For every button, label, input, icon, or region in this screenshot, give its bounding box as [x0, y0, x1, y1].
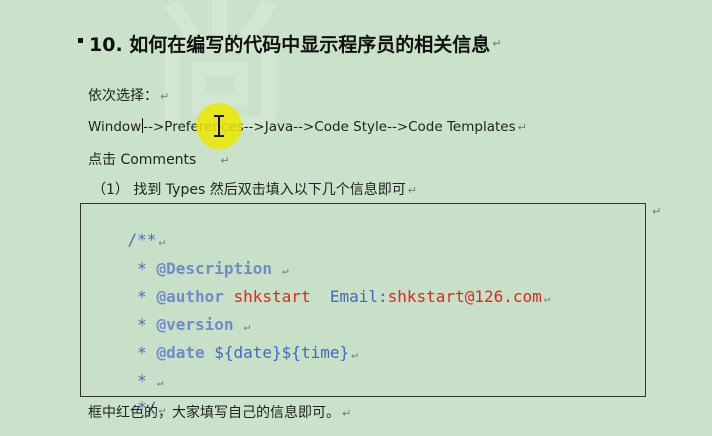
bullet-icon [78, 37, 83, 43]
paragraph-mark-icon: ↵ [517, 121, 527, 134]
paragraph-mark-icon: ↵ [220, 154, 230, 167]
paragraph-click[interactable]: 点击 Comments ↵ [88, 149, 230, 169]
step-text: （1） 找到 Types 然后双击填入以下几个信息即可 [92, 182, 406, 198]
paragraph-mark-icon: ↵ [407, 184, 417, 197]
select-text: 依次选择： [88, 88, 158, 104]
click-text: 点击 Comments [88, 152, 197, 168]
paragraph-mark-icon: ↵ [652, 205, 662, 218]
paragraph-mark-icon: ↵ [342, 407, 352, 420]
footer-text: 框中红色的，大家填写自己的信息即可。 [88, 405, 340, 421]
paragraph-mark-icon: ↵ [160, 90, 170, 103]
paragraph-path[interactable]: Window -->Preferences-->Java-->Code Style… [88, 118, 527, 135]
email-value: shkstart@126.com [387, 287, 542, 306]
heading-row: 10. 如何在编写的代码中显示程序员的相关信息 ↵ [78, 28, 502, 58]
path-text-window: Window [88, 119, 142, 135]
paragraph-mark-icon: ↵ [492, 36, 502, 50]
paragraph-step[interactable]: （1） 找到 Types 然后双击填入以下几个信息即可 ↵ [92, 179, 417, 199]
code-template-box[interactable]: /** ↵ * @Description ↵ * @author shkstart … [80, 203, 646, 417]
ibeam-cursor-icon [214, 115, 224, 137]
paragraph-footer[interactable]: 框中红色的，大家填写自己的信息即可。 ↵ [88, 402, 351, 422]
paragraph-select[interactable]: 依次选择： ↵ [88, 85, 169, 105]
section-heading: 10. 如何在编写的代码中显示程序员的相关信息 [89, 33, 491, 56]
